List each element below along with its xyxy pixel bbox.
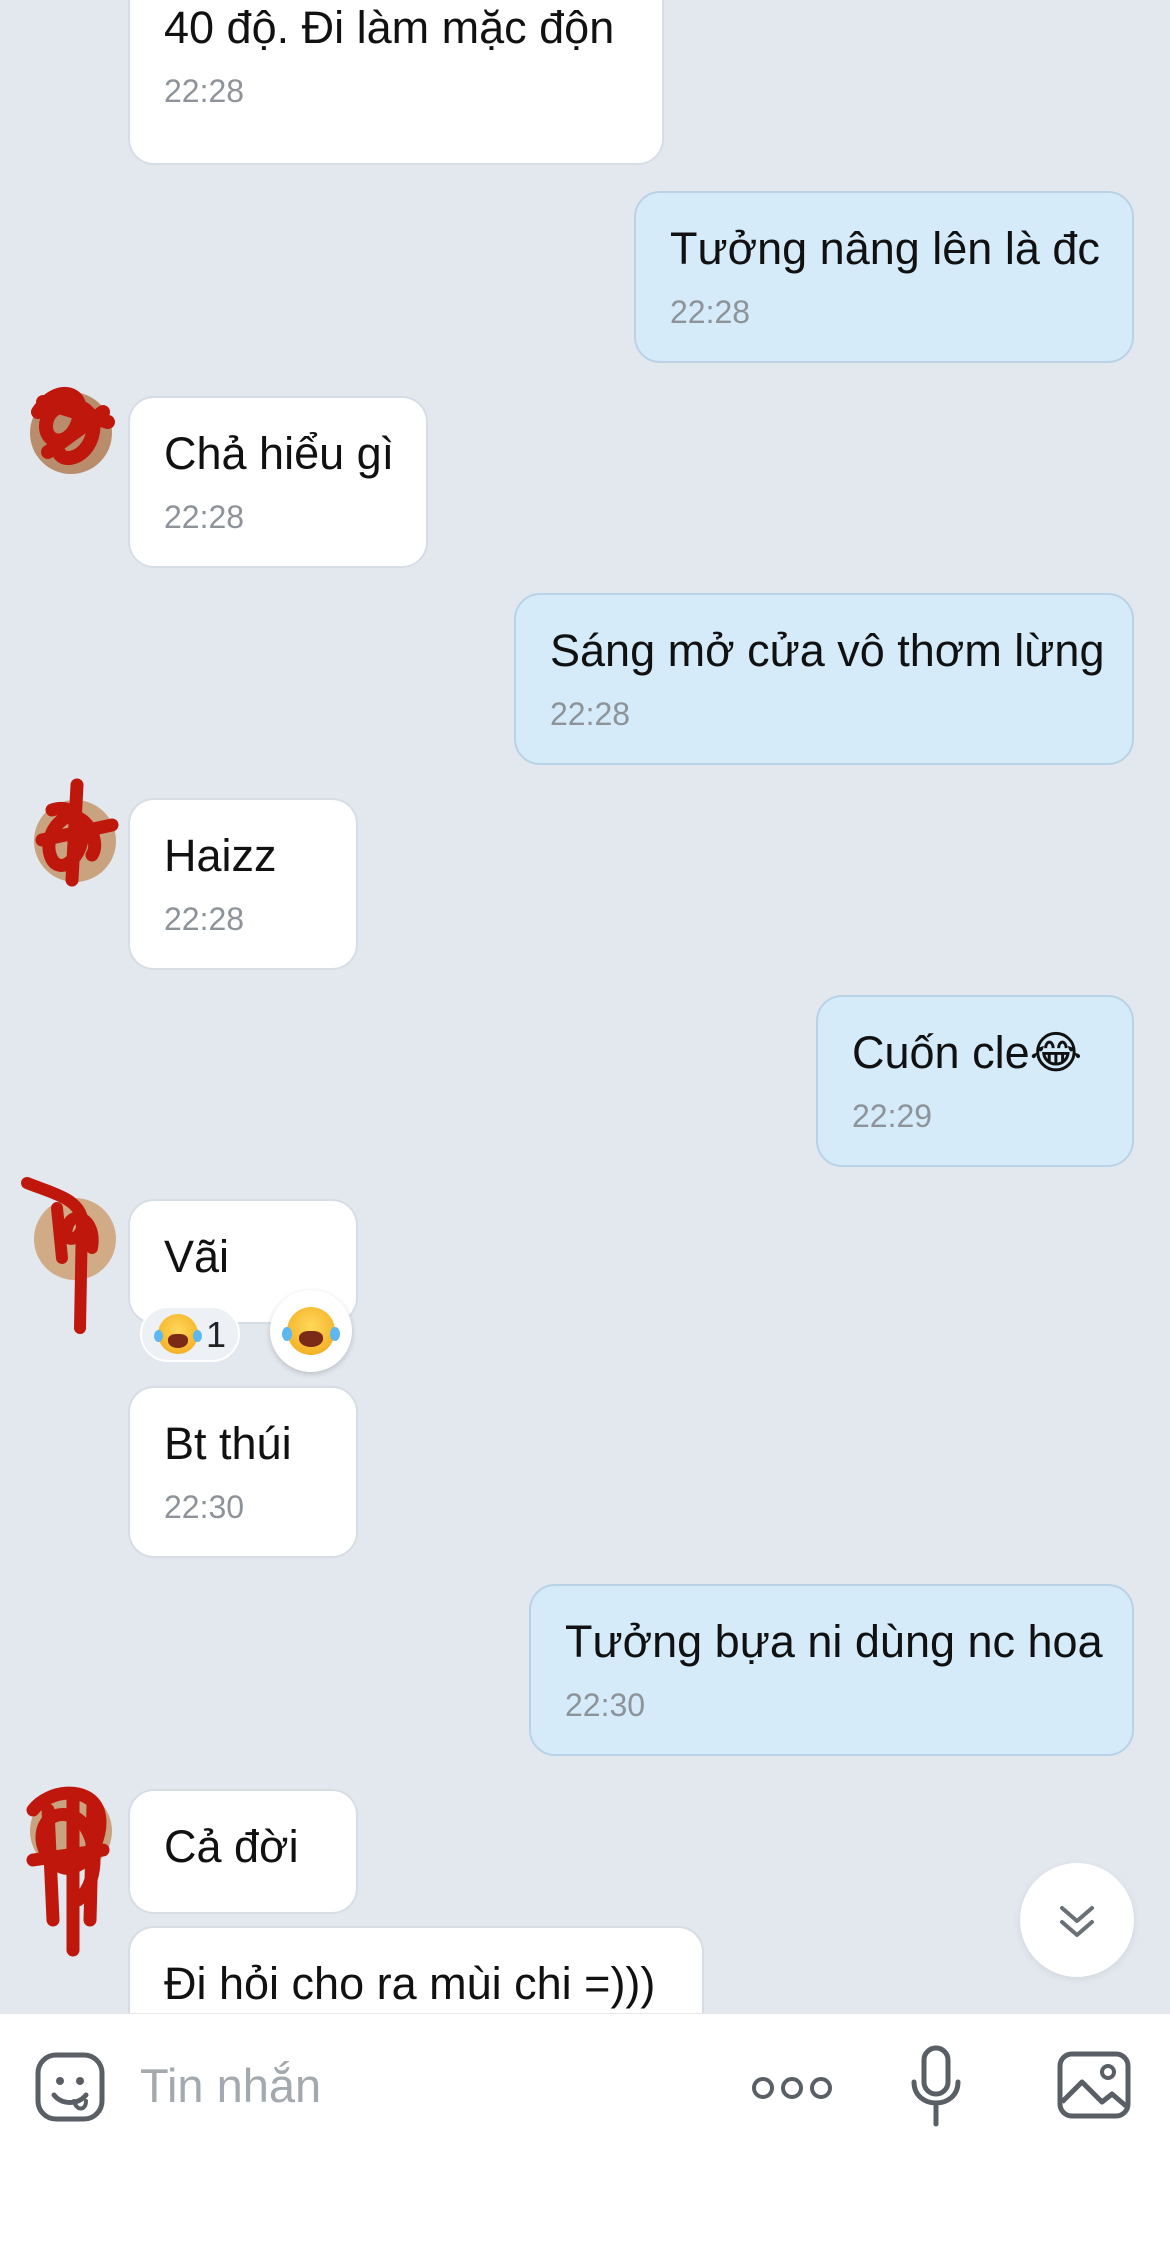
scribble-redaction <box>31 386 115 465</box>
message-text: Đi hỏi cho ra mùi chi =))) <box>164 1958 656 2009</box>
scroll-to-bottom-button[interactable] <box>1020 1863 1134 1977</box>
message-input[interactable]: Tin nhắn <box>140 2058 321 2114</box>
message-text: 40 độ. Đi làm mặc độn <box>164 2 615 53</box>
scribble-redaction <box>26 1786 110 1957</box>
add-reaction-button[interactable] <box>270 1290 352 1372</box>
image-button[interactable] <box>1056 2050 1132 2120</box>
message-text: Sáng mở cửa vô thơm lừng <box>550 625 1105 676</box>
scribble-redaction <box>35 778 119 887</box>
message-time: 22:30 <box>164 1489 245 1525</box>
message-bubble-outgoing[interactable]: Tưởng nâng lên là đc 22:28 <box>634 191 1134 363</box>
message-time: 22:28 <box>164 901 245 937</box>
more-icon <box>752 2077 832 2099</box>
message-text: Cả đời <box>164 1821 299 1872</box>
message-text: Haizz <box>164 830 277 881</box>
message-composer: Tin nhắn <box>0 2013 1170 2260</box>
reaction-count: 1 <box>206 1314 227 1355</box>
message-time: 22:28 <box>550 696 631 732</box>
message-bubble-outgoing[interactable]: Cuốn cle😂 22:29 <box>816 995 1134 1167</box>
laughing-face-emoji-icon <box>282 1307 340 1355</box>
message-time: 22:28 <box>164 499 245 535</box>
contact-avatar[interactable] <box>21 1177 116 1334</box>
message-bubble-outgoing[interactable]: Sáng mở cửa vô thơm lừng 22:28 <box>514 593 1134 765</box>
message-text: Chả hiểu gì <box>164 428 395 479</box>
chat-area[interactable]: 40 độ. Đi làm mặc độn 22:28 Tưởng nâng l… <box>0 0 1170 2013</box>
message-bubble-incoming[interactable]: Bt thúi 22:30 <box>128 1386 358 1558</box>
message-bubble-incoming[interactable]: Chả hiểu gì 22:28 <box>128 396 428 568</box>
microphone-button[interactable] <box>910 2044 962 2128</box>
microphone-icon <box>911 2045 961 2127</box>
message-text: Cuốn cle😂 <box>852 1027 1083 1078</box>
contact-avatar[interactable] <box>26 1786 112 1957</box>
sticker-button[interactable] <box>34 2051 106 2123</box>
message-bubble-outgoing[interactable]: Tưởng bựa ni dùng nc hoa 22:30 <box>529 1584 1134 1756</box>
double-chevron-down-icon <box>1060 1906 1094 1937</box>
contact-avatar[interactable] <box>34 778 119 887</box>
contact-avatar[interactable] <box>30 386 115 474</box>
laughing-face-emoji-icon <box>154 1314 202 1354</box>
message-bubble-incoming[interactable]: Cả đời <box>128 1789 358 1914</box>
message-time: 22:28 <box>670 294 751 330</box>
reaction-summary[interactable]: 1 <box>140 1306 240 1362</box>
scribble-redaction <box>21 1177 99 1334</box>
message-text: Vãi <box>164 1231 230 1282</box>
message-text: Tưởng nâng lên là đc <box>670 223 1100 274</box>
message-time: 22:29 <box>852 1098 933 1134</box>
sticker-icon <box>35 2052 105 2122</box>
message-time: 22:28 <box>164 73 245 109</box>
message-bubble-incoming[interactable]: 40 độ. Đi làm mặc độn 22:28 <box>128 0 664 165</box>
more-button[interactable] <box>750 2070 834 2106</box>
message-bubble-incoming[interactable]: Đi hỏi cho ra mùi chi =))) <box>128 1926 704 2013</box>
image-icon <box>1057 2051 1131 2119</box>
message-text: Bt thúi <box>164 1418 292 1469</box>
message-time: 22:30 <box>565 1687 646 1723</box>
message-text: Tưởng bựa ni dùng nc hoa <box>565 1616 1103 1667</box>
message-bubble-incoming[interactable]: Haizz 22:28 <box>128 798 358 970</box>
